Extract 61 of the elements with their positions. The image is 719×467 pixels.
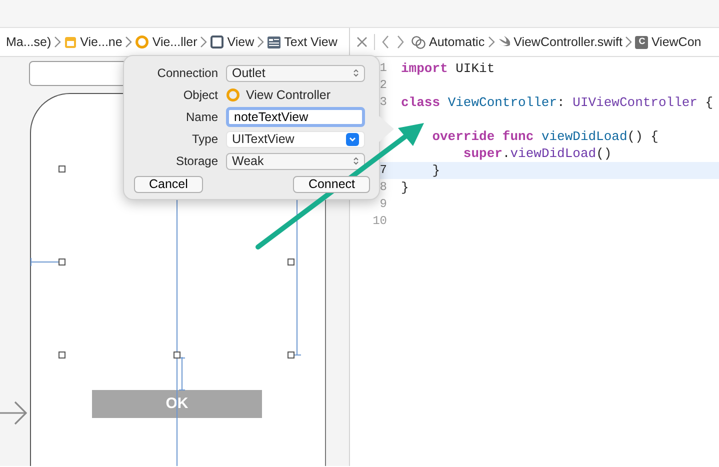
stepper-arrows-icon (353, 156, 359, 166)
chevron-icon (200, 36, 208, 48)
resize-handle[interactable] (58, 352, 66, 358)
entry-arrow-icon (0, 401, 28, 425)
field-label: Name (184, 109, 219, 126)
jump-bar-item[interactable]: ViewCon (651, 32, 702, 52)
code-line: override func viewDidLoad() { (431, 128, 658, 145)
line-number: 8 (380, 180, 387, 194)
chevron-icon (488, 36, 495, 48)
close-icon[interactable] (356, 36, 368, 48)
view-icon (210, 35, 224, 49)
dialog-button[interactable]: Cancel (134, 176, 203, 193)
chevron-icon (54, 36, 62, 48)
chevron-icon (125, 36, 132, 48)
view-controller-icon (135, 35, 150, 49)
line-number: 1 (380, 61, 387, 75)
text-view-icon (267, 36, 282, 48)
name-input-field[interactable]: noteTextView (226, 107, 365, 127)
line-number: 7 (380, 163, 387, 177)
dialog-button[interactable]: Connect (293, 176, 370, 193)
class-icon: C (635, 36, 648, 48)
swift-file-icon (498, 36, 511, 48)
storyboard-scene-icon (64, 36, 78, 48)
breadcrumb-item[interactable]: Ma...se) (6, 32, 52, 52)
type-combo-box[interactable]: UITextView (226, 130, 365, 148)
code-line: class ViewController: UIViewController { (400, 94, 714, 111)
select-field[interactable]: Weak (226, 152, 365, 170)
resize-handle[interactable] (288, 258, 294, 266)
breadcrumb-item[interactable]: Vie...ne (80, 32, 122, 52)
field-label: Connection (156, 65, 219, 82)
line-number: 10 (372, 214, 387, 228)
linked-circles-icon[interactable] (411, 34, 426, 50)
back-icon[interactable] (381, 35, 390, 49)
breadcrumb-item[interactable]: Text View (284, 32, 338, 52)
view-controller-icon (226, 88, 240, 102)
chevron-icon (625, 36, 632, 48)
resize-handle[interactable] (58, 258, 66, 266)
code-line: import UIKit (400, 60, 495, 77)
line-number: 2 (380, 78, 387, 92)
constraint-line (30, 258, 60, 266)
dropdown-icon[interactable] (346, 132, 359, 146)
code-line: super.viewDidLoad() (462, 145, 612, 162)
breadcrumb-item[interactable]: View (227, 32, 254, 52)
breadcrumb-item[interactable]: Vie...ller (152, 32, 198, 52)
field-label: Object (182, 87, 219, 104)
object-name: View Controller (246, 86, 331, 104)
resize-handle[interactable] (288, 352, 294, 358)
forward-icon[interactable] (396, 35, 405, 49)
field-label: Type (190, 131, 219, 148)
chevron-icon (257, 36, 264, 48)
code-line: } (400, 179, 409, 196)
line-number: 3 (380, 95, 387, 109)
field-label: Storage (174, 153, 219, 170)
jump-bar-item[interactable]: ViewController.swift (514, 32, 622, 52)
resize-handle[interactable] (174, 352, 180, 358)
jump-bar-item[interactable]: Automatic (429, 32, 485, 52)
stepper-arrows-icon (353, 68, 359, 78)
resize-handle[interactable] (58, 166, 66, 172)
select-field[interactable]: Outlet (226, 64, 365, 82)
line-number: 9 (380, 197, 387, 211)
code-line: } (431, 162, 440, 179)
